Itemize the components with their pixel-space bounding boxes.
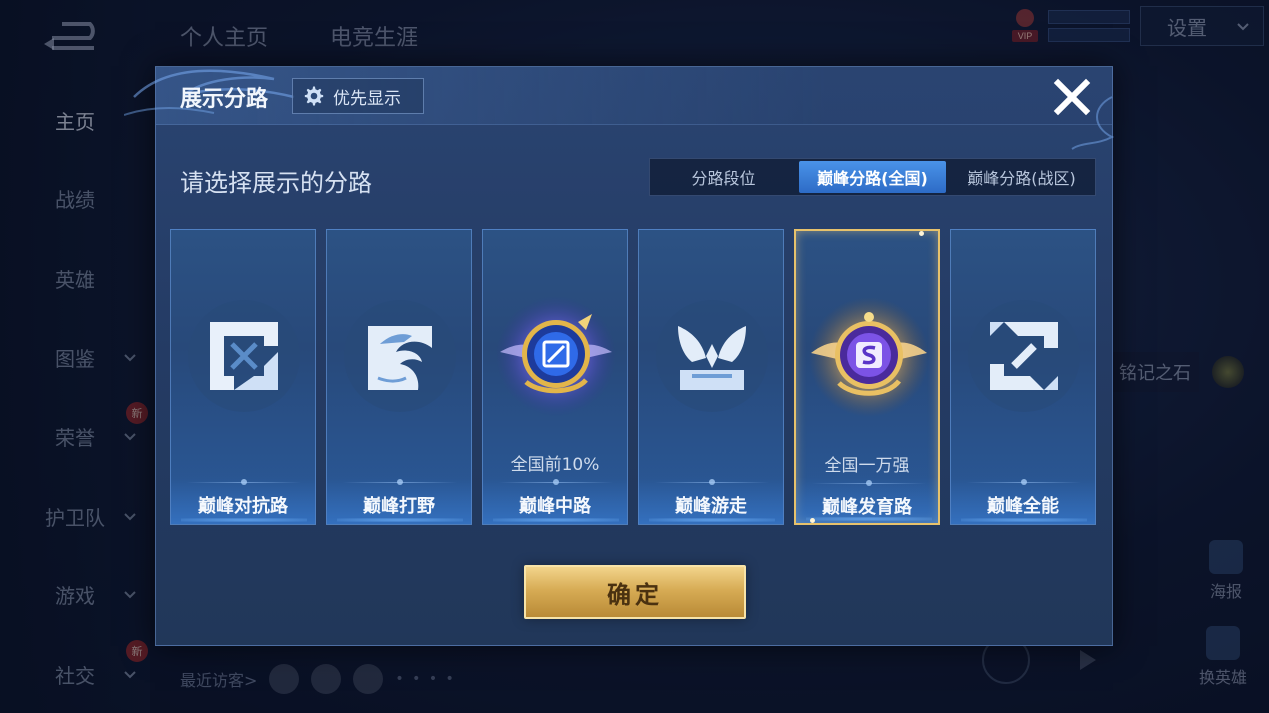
card-name: 巅峰发育路 [822,497,912,518]
card-name: 巅峰游走 [675,496,747,517]
card-divider [187,482,301,483]
sword-lane-icon [188,300,300,412]
card-glow [337,518,463,522]
tab-lane-rank[interactable]: 分路段位 [650,159,797,195]
priority-display-button[interactable]: 优先显示 [292,78,424,114]
close-icon[interactable] [1052,77,1092,117]
card-divider-dot [1021,479,1027,485]
card-name: 巅峰全能 [987,496,1059,517]
card-divider-dot [241,479,247,485]
lane-card-list: 巅峰对抗路 巅峰打野 全国前10% 巅峰中路 巅峰游走 全国一万强 巅峰发育路 … [170,229,1100,525]
lane-card-jungle[interactable]: 巅峰打野 [326,229,472,525]
card-glow [181,518,307,522]
card-rank: 全国一万强 [824,456,910,476]
selection-corner-dot [919,231,924,236]
lane-category-tabs: 分路段位 巅峰分路(全国) 巅峰分路(战区) [649,158,1096,196]
lane-card-allround[interactable]: 巅峰全能 [950,229,1096,525]
card-divider [343,482,457,483]
selection-corner-dot [810,518,815,523]
lane-card-farm-selected[interactable]: 全国一万强 巅峰发育路 [794,229,940,525]
confirm-button[interactable]: 确定 [524,565,746,619]
dialog-title: 展示分路 [180,87,269,112]
card-divider-dot [866,480,872,486]
dragon-jungle-icon [344,300,456,412]
lane-card-mid[interactable]: 全国前10% 巅峰中路 [482,229,628,525]
card-glow [961,518,1087,522]
card-name: 巅峰对抗路 [198,496,288,517]
card-divider-dot [397,479,403,485]
card-divider-dot [709,479,715,485]
card-glow [493,518,619,522]
card-divider [967,482,1081,483]
marksman-lane-emblem-icon [809,297,929,417]
priority-display-label: 优先显示 [333,88,401,109]
card-name: 巅峰打野 [363,496,435,517]
mid-lane-emblem-icon [496,296,616,416]
lane-card-roam[interactable]: 巅峰游走 [638,229,784,525]
tab-peak-lane-national[interactable]: 巅峰分路(全国) [799,161,946,193]
display-lane-dialog: 展示分路 优先显示 请选择展示的分路 分路段位 巅峰分路(全国) 巅峰分路(战区… [124,66,1115,646]
wings-roam-icon [656,300,768,412]
allround-icon [968,300,1080,412]
card-divider [499,482,613,483]
card-name: 巅峰中路 [519,496,591,517]
card-rank: 全国前10% [510,455,600,475]
gear-icon [304,86,324,106]
lane-card-top[interactable]: 巅峰对抗路 [170,229,316,525]
card-divider [812,483,926,484]
card-divider-dot [553,479,559,485]
card-glow [649,518,775,522]
tab-peak-lane-region[interactable]: 巅峰分路(战区) [948,159,1095,195]
dialog-subtitle: 请选择展示的分路 [180,169,372,197]
card-divider [655,482,769,483]
